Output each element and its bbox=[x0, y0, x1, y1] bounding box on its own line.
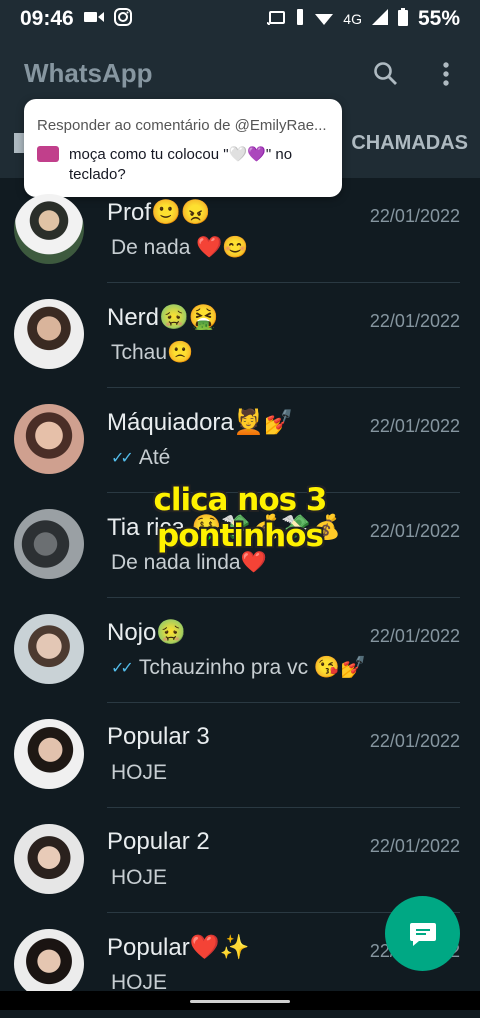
chat-row[interactable]: Prof🙂😠 22/01/2022 De nada ❤️😊 bbox=[0, 178, 480, 283]
avatar[interactable] bbox=[14, 719, 84, 789]
chat-date: 22/01/2022 bbox=[369, 731, 460, 751]
chat-preview-text: Tchau🙁 bbox=[111, 341, 194, 364]
chat-row[interactable]: Nojo🤢 22/01/2022 ✓✓ Tchauzinho pra vc 😘💅 bbox=[0, 598, 480, 703]
avatar[interactable] bbox=[14, 929, 84, 999]
chat-preview: Tchau🙁 bbox=[111, 341, 193, 365]
chat-preview: HOJE bbox=[111, 866, 167, 890]
chat-preview: ✓✓ Tchauzinho pra vc 😘💅 bbox=[111, 656, 366, 680]
chat-preview: ✓✓ Até bbox=[111, 446, 170, 470]
chat-date: 22/01/2022 bbox=[369, 836, 460, 856]
commenter-avatar bbox=[37, 146, 59, 162]
wifi-icon bbox=[315, 9, 334, 30]
chat-preview: HOJE bbox=[111, 761, 167, 785]
avatar[interactable] bbox=[14, 299, 84, 369]
chat-name: Prof🙂😠 bbox=[107, 199, 211, 226]
new-chat-button[interactable] bbox=[385, 896, 460, 971]
avatar[interactable] bbox=[14, 614, 84, 684]
navigation-bar bbox=[0, 991, 480, 1010]
avatar[interactable] bbox=[14, 824, 84, 894]
battery-icon bbox=[397, 7, 408, 31]
chat-name: Popular 2 bbox=[107, 828, 210, 855]
app-title: WhatsApp bbox=[24, 58, 153, 88]
home-handle[interactable] bbox=[190, 1000, 290, 1003]
double-check-icon: ✓✓ bbox=[111, 660, 134, 677]
avatar[interactable] bbox=[14, 194, 84, 264]
avatar[interactable] bbox=[14, 404, 84, 474]
chat-date: 22/01/2022 bbox=[369, 626, 460, 646]
chat-row[interactable]: Máquiadora💆💅 22/01/2022 ✓✓ Até bbox=[0, 388, 480, 493]
cast-icon bbox=[267, 9, 286, 30]
chat-preview-text: De nada ❤️😊 bbox=[111, 236, 249, 259]
chat-row[interactable]: Popular 2 22/01/2022 HOJE bbox=[0, 808, 480, 913]
chat-name: Nojo🤢 bbox=[107, 619, 187, 646]
new-chat-icon bbox=[409, 922, 436, 946]
signal-icon bbox=[371, 8, 388, 30]
network-label: 4G bbox=[343, 11, 362, 27]
chat-preview-text: HOJE bbox=[111, 761, 168, 784]
chat-name: Popular❤️✨ bbox=[107, 934, 250, 961]
chat-preview: De nada linda❤️ bbox=[111, 551, 267, 575]
video-caption: clica nos 3 pontinhos bbox=[153, 482, 328, 554]
menu-icon[interactable] bbox=[428, 56, 464, 92]
chat-date: 22/01/2022 bbox=[369, 311, 460, 331]
battery-percent: 55% bbox=[417, 7, 460, 30]
status-bar: 09:46 4G 55% bbox=[0, 0, 480, 38]
chat-preview-text: HOJE bbox=[111, 866, 168, 889]
chat-name: Máquiadora💆💅 bbox=[107, 409, 294, 436]
chat-list: Prof🙂😠 22/01/2022 De nada ❤️😊 Nerd🤢🤮 22/… bbox=[0, 178, 480, 1018]
instagram-icon bbox=[113, 7, 132, 31]
video-icon bbox=[83, 10, 104, 29]
double-check-icon: ✓✓ bbox=[111, 450, 134, 467]
tab-calls[interactable]: CHAMADAS bbox=[351, 132, 468, 155]
chat-row[interactable]: Popular 3 22/01/2022 HOJE bbox=[0, 703, 480, 808]
chat-preview-text: Até bbox=[138, 446, 171, 469]
chat-preview: De nada ❤️😊 bbox=[111, 236, 249, 260]
chat-name: Nerd🤢🤮 bbox=[107, 304, 219, 331]
chat-date: 22/01/2022 bbox=[369, 206, 460, 226]
chat-name: Popular 3 bbox=[107, 723, 210, 750]
chat-row[interactable]: Nerd🤢🤮 22/01/2022 Tchau🙁 bbox=[0, 283, 480, 388]
reply-popup-title: Responder ao comentário de @EmilyRae... bbox=[37, 117, 327, 134]
vibrate-icon bbox=[295, 8, 305, 30]
search-icon[interactable] bbox=[368, 56, 404, 92]
chat-preview-text: De nada linda❤️ bbox=[111, 551, 267, 574]
chat-preview-text: Tchauzinho pra vc 😘💅 bbox=[138, 656, 367, 679]
chat-date: 22/01/2022 bbox=[369, 416, 460, 436]
status-time: 09:46 bbox=[20, 7, 74, 30]
